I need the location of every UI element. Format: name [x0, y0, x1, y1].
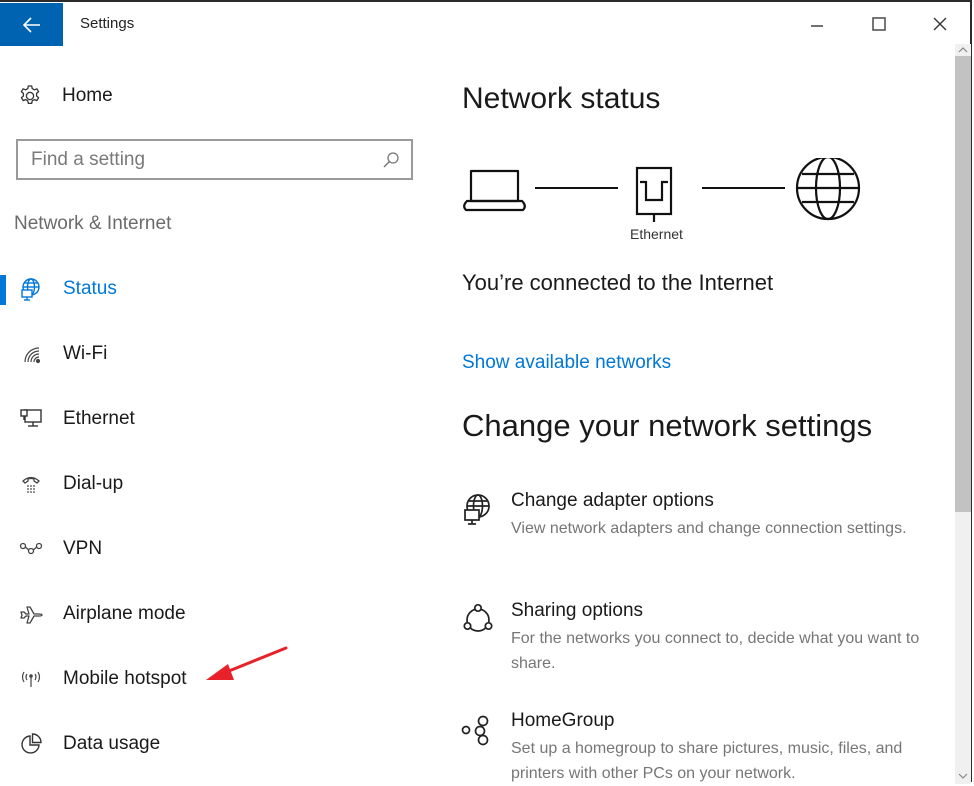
sidebar-item-ethernet[interactable]: Ethernet [0, 401, 400, 437]
sidebar-item-wifi[interactable]: Wi-Fi [0, 336, 400, 372]
homegroup-option[interactable]: HomeGroup Set up a homegroup to share pi… [460, 710, 930, 782]
pie-chart-icon [18, 731, 44, 757]
search-box[interactable] [16, 139, 413, 180]
search-input[interactable] [18, 147, 379, 172]
option-title: Sharing options [511, 600, 644, 621]
sidebar-item-dial-up[interactable]: Dial-up [0, 466, 400, 502]
laptop-icon [463, 169, 526, 212]
page-title: Network status [462, 82, 661, 115]
change-adapter-options[interactable]: Change adapter options View network adap… [460, 490, 930, 560]
chevron-up-icon [958, 47, 968, 53]
minimize-icon [811, 25, 823, 27]
sidebar-item-label: VPN [63, 538, 103, 559]
sidebar-item-label: Ethernet [63, 408, 135, 429]
main-content: Network status Ethernet You’re connected… [440, 46, 950, 784]
wifi-icon [18, 341, 44, 367]
hotspot-icon [18, 666, 44, 692]
option-description: View network adapters and change connect… [511, 520, 907, 537]
maximize-icon [872, 17, 886, 31]
sharing-icon [460, 602, 496, 638]
sidebar-item-label: Mobile hotspot [63, 668, 187, 689]
ethernet-port-icon [635, 166, 673, 222]
back-button[interactable] [0, 3, 63, 46]
minimize-button[interactable] [794, 8, 840, 40]
vpn-icon [18, 536, 44, 562]
sidebar-item-label: Dial-up [63, 473, 124, 494]
window-title: Settings [80, 15, 135, 32]
title-bar: Settings [0, 2, 970, 46]
option-description: For the networks you connect to, decide … [511, 630, 920, 672]
sidebar-item-label: Status [63, 278, 117, 299]
section-label: Network & Internet [14, 213, 172, 234]
active-indicator [0, 275, 6, 305]
settings-window: Settings Home Network & Internet [0, 0, 972, 784]
sharing-options[interactable]: Sharing options For the networks you con… [460, 600, 930, 672]
homegroup-icon [460, 712, 496, 748]
close-icon [933, 17, 947, 31]
ethernet-icon [18, 406, 44, 432]
dial-up-phone-icon [18, 471, 44, 497]
scrollbar-thumb[interactable] [955, 56, 971, 512]
airplane-icon [18, 601, 44, 627]
option-title: Change adapter options [511, 490, 714, 511]
option-title: HomeGroup [511, 710, 615, 731]
ethernet-diagram-label: Ethernet [630, 226, 683, 242]
globe-icon [795, 158, 861, 221]
search-icon[interactable] [379, 151, 403, 169]
sidebar-item-label: Data usage [63, 733, 161, 754]
option-description: Set up a homegroup to share pictures, mu… [511, 740, 903, 782]
chevron-down-icon [958, 773, 968, 779]
change-settings-heading: Change your network settings [462, 408, 873, 443]
maximize-button[interactable] [856, 8, 902, 40]
sidebar-item-label: Wi-Fi [63, 343, 108, 364]
sidebar-item-vpn[interactable]: VPN [0, 531, 400, 567]
close-button[interactable] [917, 8, 963, 40]
connection-status: You’re connected to the Internet [462, 270, 774, 295]
sidebar-home[interactable]: Home [18, 84, 113, 108]
sidebar-item-status[interactable]: Status [0, 271, 400, 307]
sidebar-item-label: Airplane mode [63, 603, 186, 624]
back-arrow-icon [22, 16, 40, 33]
sidebar-item-data-usage[interactable]: Data usage [0, 726, 400, 762]
vertical-scrollbar[interactable] [955, 44, 971, 784]
scroll-down-button[interactable] [955, 770, 971, 782]
globe-monitor-icon [18, 276, 44, 302]
gear-icon [20, 85, 40, 105]
show-available-networks-link[interactable]: Show available networks [462, 352, 671, 374]
home-label: Home [62, 85, 113, 106]
scroll-up-button[interactable] [955, 44, 971, 56]
sidebar-item-airplane-mode[interactable]: Airplane mode [0, 596, 400, 632]
adapter-globe-icon [460, 492, 496, 528]
annotation-arrow [206, 646, 288, 680]
